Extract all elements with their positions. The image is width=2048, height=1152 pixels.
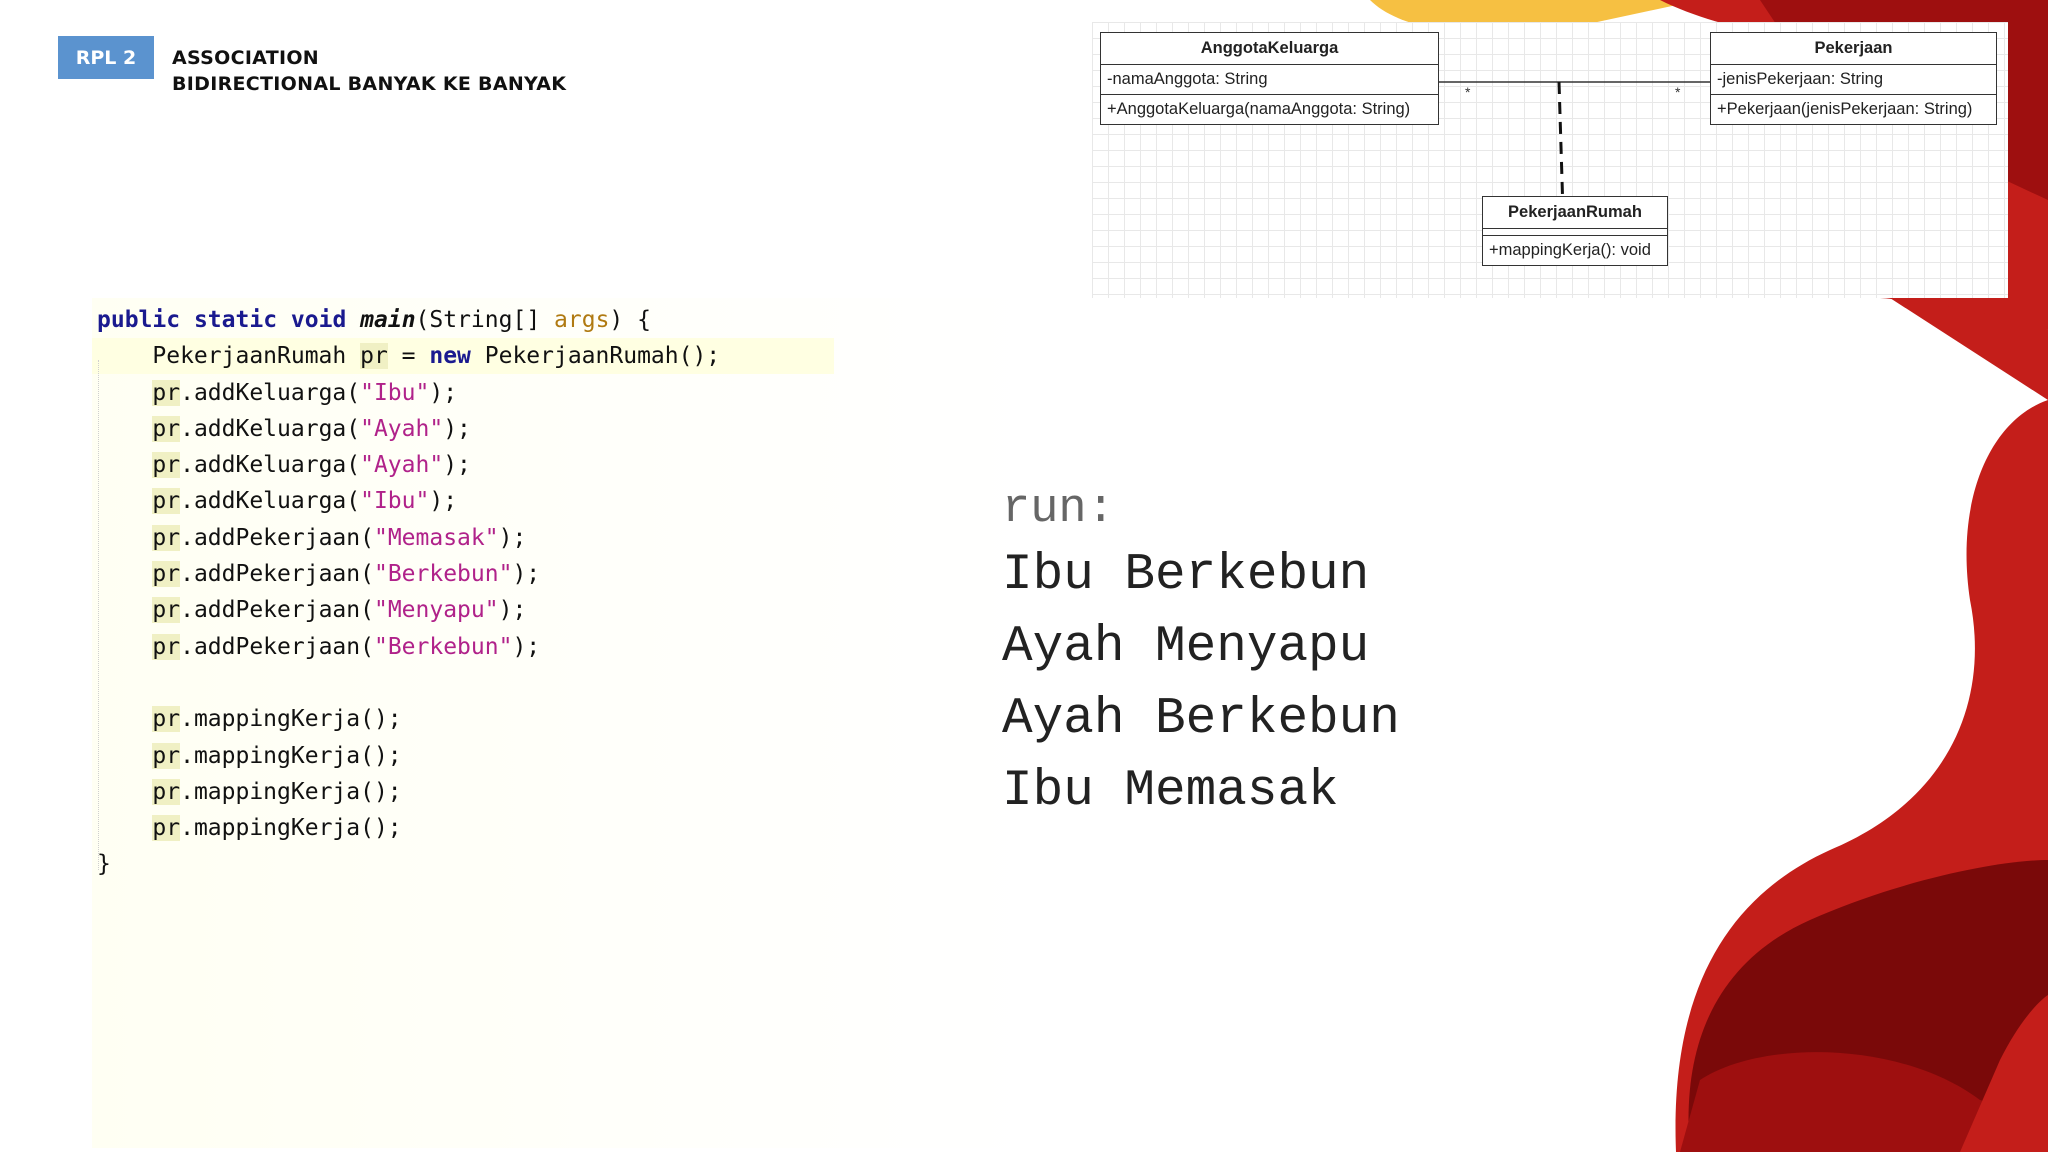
uml-operation: +AnggotaKeluarga(namaAnggota: String): [1101, 94, 1438, 124]
method-call: .mappingKerja();: [180, 706, 402, 733]
call-end: );: [512, 633, 541, 660]
constructor-call: PekerjaanRumah();: [470, 343, 721, 370]
method-call: .mappingKerja();: [180, 742, 402, 769]
uml-class-name: Pekerjaan: [1711, 33, 1996, 65]
association-class-dashed-line: [1557, 81, 1565, 213]
code-mapping-call: pr.mappingKerja();: [97, 742, 402, 769]
slide-title: ASSOCIATION BIDIRECTIONAL BANYAK KE BANY…: [172, 45, 566, 97]
program-output: run: Ibu Berkebun Ayah Menyapu Ayah Berk…: [1002, 480, 1400, 828]
method-call: .mappingKerja();: [180, 815, 402, 842]
code-add-call: pr.addPekerjaan("Berkebun");: [97, 633, 541, 660]
uml-class-name: AnggotaKeluarga: [1101, 33, 1438, 65]
uml-operation: +mappingKerja(): void: [1489, 241, 1651, 259]
code-add-call: pr.addKeluarga("Ayah");: [97, 452, 471, 479]
signature-end: ) {: [609, 307, 651, 333]
uml-attribute-compartment: [1483, 229, 1667, 236]
call-end: );: [512, 561, 541, 588]
output-line: Ayah Berkebun: [1002, 691, 1400, 748]
code-line-1: public static void main(String[] args) {: [97, 307, 651, 333]
variable-ref: pr: [152, 415, 181, 442]
string-literal: "Ibu": [360, 488, 430, 515]
variable-ref: pr: [152, 633, 181, 660]
variable-ref: pr: [152, 452, 181, 479]
code-mapping-call: pr.mappingKerja();: [97, 706, 402, 733]
declared-type: PekerjaanRumah: [152, 343, 361, 370]
keyword-static: static: [193, 307, 278, 333]
code-add-call: pr.addKeluarga("Ibu");: [97, 379, 458, 406]
uml-operation: +Pekerjaan(jenisPekerjaan: String): [1711, 94, 1996, 124]
string-literal: "Berkebun": [373, 633, 513, 660]
uml-class-anggotakeluarga: AnggotaKeluarga -namaAnggota: String +An…: [1100, 32, 1439, 125]
output-run-label: run:: [1002, 483, 1115, 536]
uml-attribute: -namaAnggota: String: [1107, 70, 1268, 88]
keyword-void: void: [290, 307, 347, 333]
call-end: );: [443, 452, 471, 479]
method-call: .addKeluarga(: [180, 488, 361, 515]
variable-ref: pr: [152, 778, 181, 805]
variable-ref: pr: [152, 706, 181, 733]
java-main-method-code: public static void main(String[] args) {…: [97, 302, 720, 883]
assign-op: =: [387, 343, 430, 370]
call-end: );: [498, 597, 527, 624]
method-call: .addKeluarga(: [180, 379, 361, 406]
param-name: args: [554, 307, 610, 333]
code-closing-brace: }: [97, 851, 111, 878]
string-literal: "Ibu": [360, 379, 430, 406]
uml-class-name: PekerjaanRumah: [1483, 197, 1667, 229]
method-call: .mappingKerja();: [180, 778, 402, 805]
multiplicity-right: *: [1675, 84, 1681, 100]
slide-title-line1: ASSOCIATION: [172, 47, 319, 69]
code-add-call: pr.addPekerjaan("Memasak");: [97, 524, 527, 551]
method-call: .addPekerjaan(: [180, 633, 374, 660]
string-literal: "Menyapu": [373, 597, 499, 624]
output-line: Ibu Memasak: [1002, 763, 1339, 820]
code-add-call: pr.addPekerjaan("Berkebun");: [97, 561, 541, 588]
code-add-call: pr.addPekerjaan("Menyapu");: [97, 597, 527, 624]
variable-ref: pr: [152, 597, 181, 624]
call-end: );: [429, 488, 458, 515]
string-literal: "Ayah": [360, 452, 444, 479]
method-call: .addKeluarga(: [180, 415, 361, 442]
call-end: );: [443, 415, 471, 442]
variable-ref: pr: [152, 561, 181, 588]
uml-class-pekerjaan: Pekerjaan -jenisPekerjaan: String +Peker…: [1710, 32, 1997, 125]
method-call: .addPekerjaan(: [180, 597, 374, 624]
string-literal: "Memasak": [373, 524, 499, 551]
variable-ref: pr: [152, 524, 181, 551]
variable-ref: pr: [152, 379, 181, 406]
slide-title-line2: BIDIRECTIONAL BANYAK KE BANYAK: [172, 73, 567, 95]
output-line: Ayah Menyapu: [1002, 619, 1370, 676]
method-call: .addPekerjaan(: [180, 524, 374, 551]
method-call: .addKeluarga(: [180, 452, 361, 479]
course-badge: RPL 2: [58, 36, 154, 79]
variable-name: pr: [360, 343, 388, 370]
call-end: );: [429, 379, 458, 406]
code-add-call: pr.addKeluarga("Ibu");: [97, 488, 458, 515]
keyword-public: public: [97, 307, 181, 333]
uml-class-diagram: AnggotaKeluarga -namaAnggota: String +An…: [1092, 22, 2008, 298]
output-line: Ibu Berkebun: [1002, 547, 1370, 604]
code-line-2: PekerjaanRumah pr = new PekerjaanRumah()…: [97, 343, 721, 370]
code-mapping-call: pr.mappingKerja();: [97, 815, 402, 842]
keyword-new: new: [429, 343, 471, 370]
method-name: main: [360, 307, 416, 333]
uml-class-pekerjaanrumah: PekerjaanRumah +mappingKerja(): void: [1482, 196, 1668, 266]
string-literal: "Ayah": [360, 415, 444, 442]
uml-attribute: -jenisPekerjaan: String: [1717, 70, 1883, 88]
multiplicity-left: *: [1465, 84, 1471, 100]
string-literal: "Berkebun": [373, 561, 513, 588]
variable-ref: pr: [152, 815, 181, 842]
method-call: .addPekerjaan(: [180, 561, 374, 588]
code-mapping-call: pr.mappingKerja();: [97, 778, 402, 805]
variable-ref: pr: [152, 488, 181, 515]
call-end: );: [498, 524, 527, 551]
variable-ref: pr: [152, 742, 181, 769]
param-type: (String[]: [415, 307, 555, 333]
code-add-call: pr.addKeluarga("Ayah");: [97, 415, 471, 442]
